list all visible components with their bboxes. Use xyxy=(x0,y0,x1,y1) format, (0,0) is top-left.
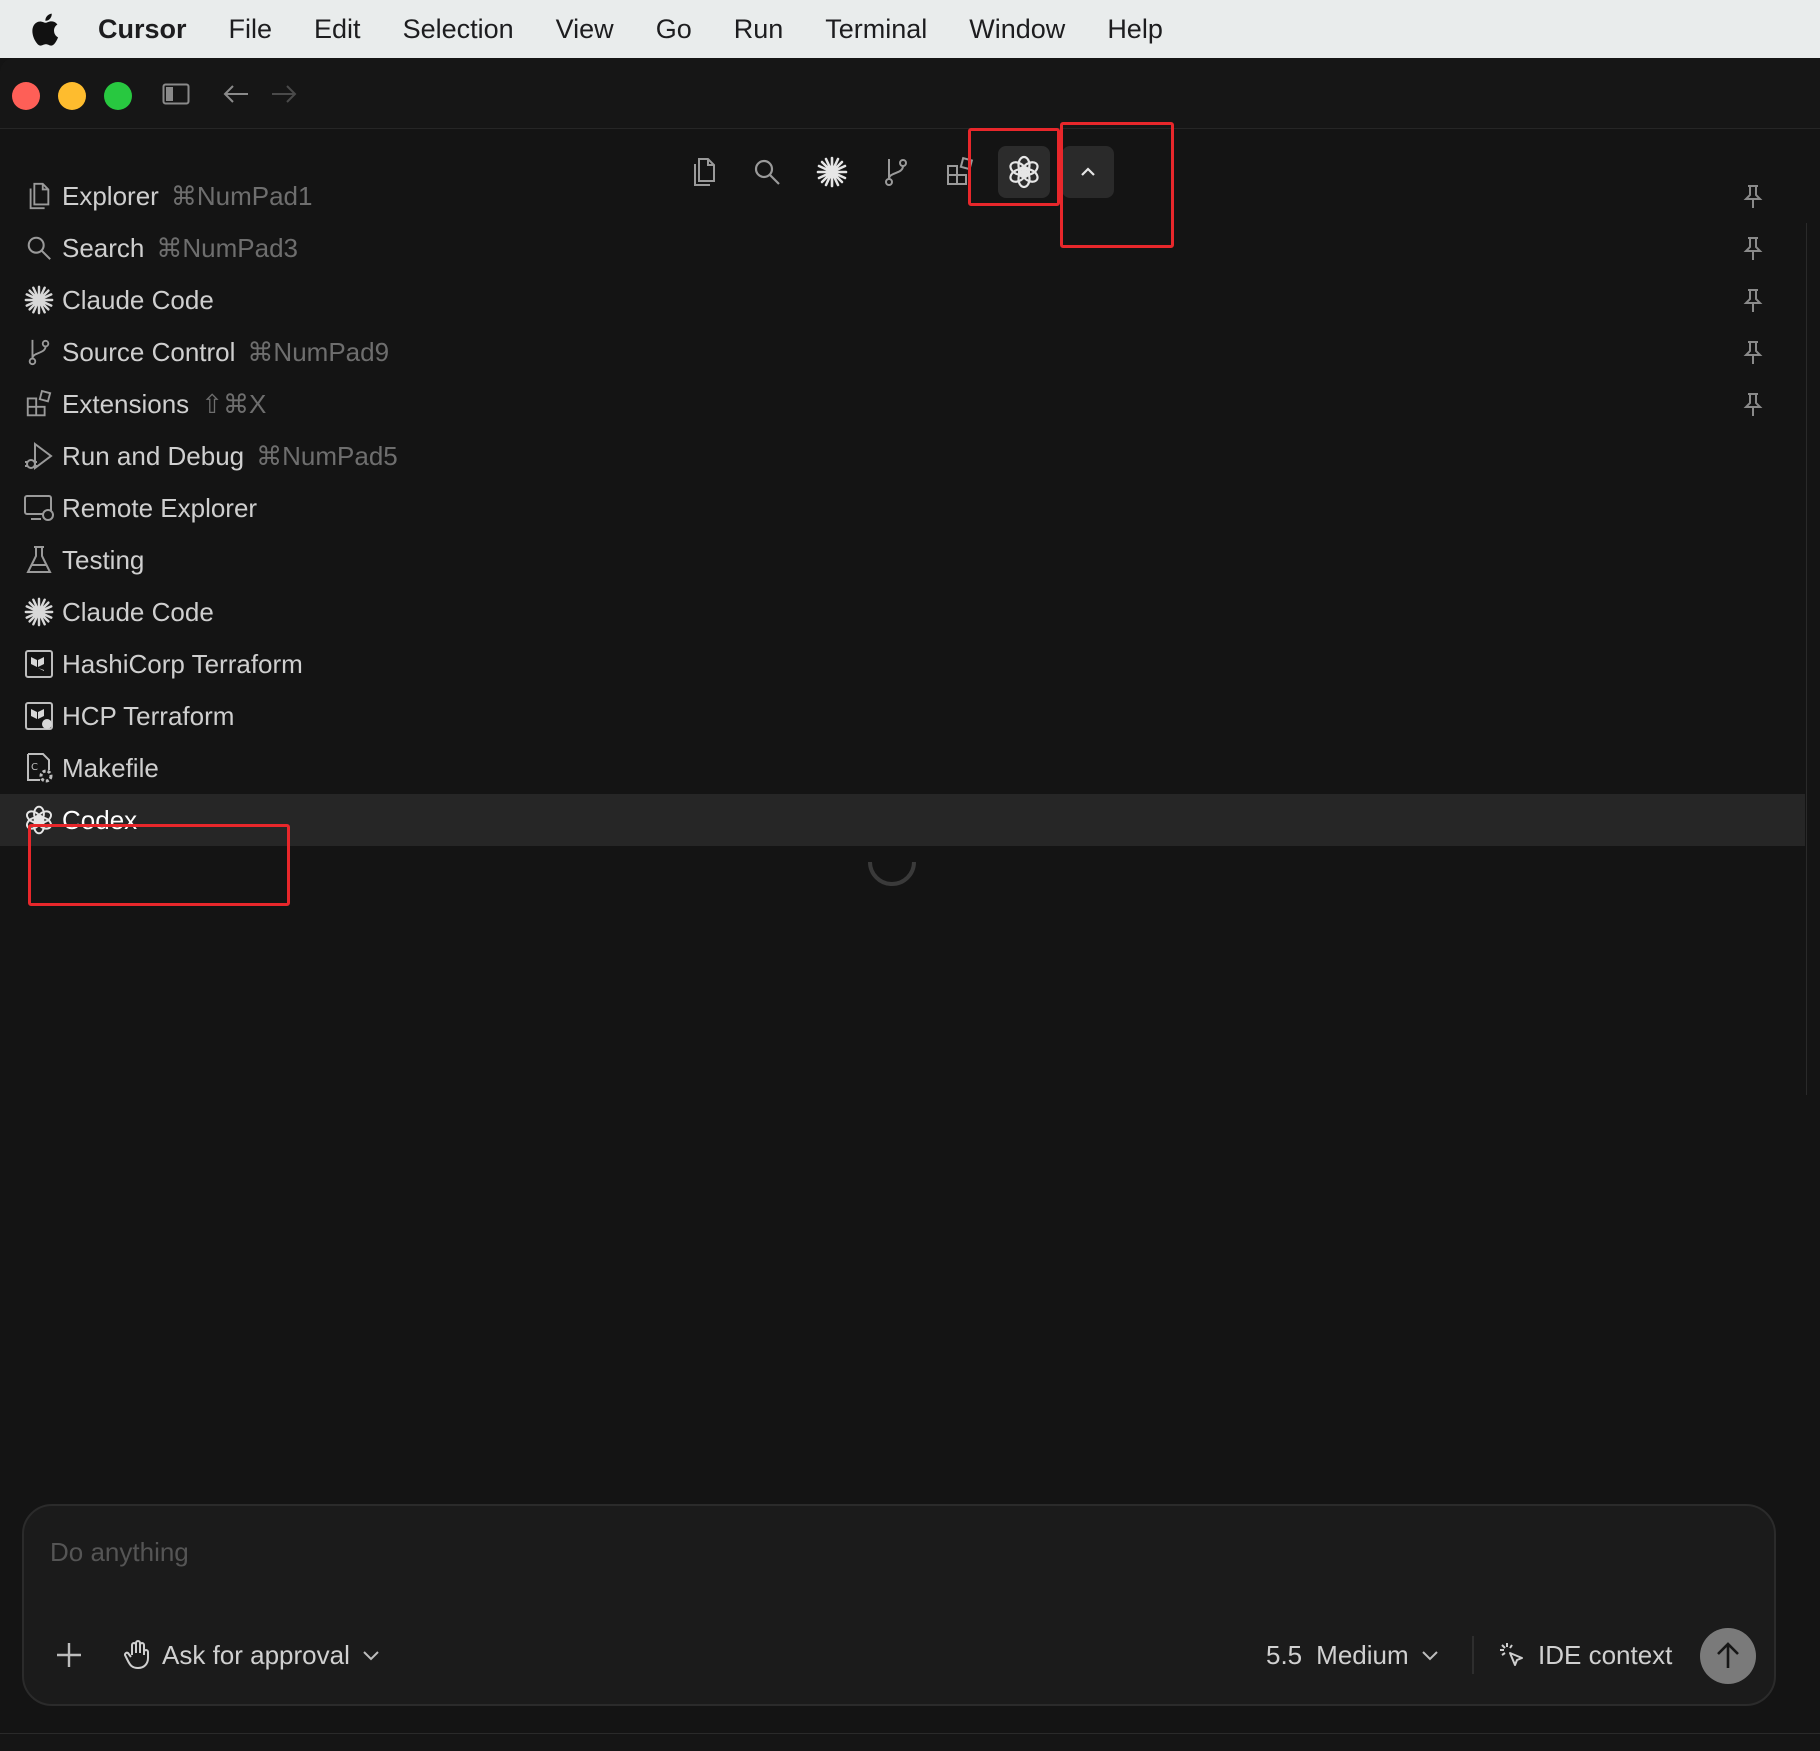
source-control-icon xyxy=(22,335,56,369)
beaker-icon xyxy=(22,543,56,577)
pin-icon[interactable] xyxy=(1738,286,1768,316)
toggle-sidebar-icon[interactable] xyxy=(158,76,194,112)
approval-label: Ask for approval xyxy=(162,1639,350,1670)
arrow-up-icon xyxy=(1717,1642,1739,1668)
pin-icon[interactable] xyxy=(1738,390,1768,420)
menu-run[interactable]: Run xyxy=(734,14,784,45)
list-item-codex[interactable]: Codex xyxy=(0,794,1805,846)
shortcut-label: ⌘NumPad3 xyxy=(156,233,299,263)
macos-menu-bar: Cursor File Edit Selection View Go Run T… xyxy=(0,0,1820,58)
menu-view[interactable]: View xyxy=(556,14,614,45)
svg-text:C: C xyxy=(31,762,38,773)
list-item-testing[interactable]: Testing xyxy=(0,534,1805,586)
prompt-input[interactable] xyxy=(48,1526,1732,1578)
menu-app-name[interactable]: Cursor xyxy=(98,14,187,45)
menu-edit[interactable]: Edit xyxy=(314,14,361,45)
list-item-remote-explorer[interactable]: Remote Explorer xyxy=(0,482,1805,534)
add-attachment-icon[interactable] xyxy=(50,1636,88,1674)
forward-arrow-icon[interactable] xyxy=(266,76,302,112)
model-effort: Medium xyxy=(1316,1639,1409,1670)
send-button[interactable] xyxy=(1700,1628,1756,1684)
status-bar xyxy=(0,1733,1820,1751)
shortcut-label: ⌘NumPad1 xyxy=(170,181,313,211)
list-item-claude-code-2[interactable]: Claude Code xyxy=(0,586,1805,638)
list-item-extensions[interactable]: Extensions ⇧⌘X xyxy=(0,378,1805,430)
shortcut-label: ⌘NumPad9 xyxy=(247,337,390,367)
list-item-label: HashiCorp Terraform xyxy=(62,649,303,679)
list-item-label: HCP Terraform xyxy=(62,701,235,731)
composer-divider xyxy=(1472,1636,1474,1674)
list-item-claude-code[interactable]: Claude Code xyxy=(0,274,1805,326)
list-item-label: Explorer xyxy=(62,181,159,211)
run-debug-icon xyxy=(22,439,56,473)
list-item-source-control[interactable]: Source Control ⌘NumPad9 xyxy=(0,326,1805,378)
openai-icon xyxy=(22,803,56,837)
ide-context-label: IDE context xyxy=(1538,1639,1673,1670)
title-bar xyxy=(0,58,1820,129)
makefile-icon: C xyxy=(22,751,56,785)
pin-icon[interactable] xyxy=(1738,234,1768,264)
list-item-label: Makefile xyxy=(62,753,159,783)
hcp-terraform-icon xyxy=(22,699,56,733)
menu-selection[interactable]: Selection xyxy=(403,14,514,45)
list-item-hashicorp-terraform[interactable]: HashiCorp Terraform xyxy=(0,638,1805,690)
shortcut-label: ⌘NumPad5 xyxy=(256,441,398,471)
pin-icon[interactable] xyxy=(1738,338,1768,368)
hand-icon xyxy=(124,1640,150,1670)
views-list: Explorer ⌘NumPad1 Search ⌘NumPad3 Claude C… xyxy=(0,170,1805,846)
list-item-label: Claude Code xyxy=(62,597,214,627)
claude-spark-icon xyxy=(22,283,56,317)
window-close-button[interactable] xyxy=(12,82,40,110)
claude-spark-icon xyxy=(22,595,56,629)
menu-file[interactable]: File xyxy=(229,14,273,45)
shortcut-label: ⇧⌘X xyxy=(201,389,267,419)
terraform-icon xyxy=(22,647,56,681)
list-item-label: Extensions xyxy=(62,389,190,419)
list-item-label: Testing xyxy=(62,545,145,575)
files-icon xyxy=(22,179,56,213)
list-item-hcp-terraform[interactable]: HCP Terraform xyxy=(0,690,1805,742)
menu-terminal[interactable]: Terminal xyxy=(825,14,927,45)
model-version: 5.5 xyxy=(1266,1639,1303,1670)
back-arrow-icon[interactable] xyxy=(218,76,254,112)
window-maximize-button[interactable] xyxy=(104,82,132,110)
list-item-label: Remote Explorer xyxy=(62,493,258,523)
list-item-search[interactable]: Search ⌘NumPad3 xyxy=(0,222,1805,274)
cursor-sparkle-icon xyxy=(1498,1641,1526,1669)
list-item-explorer[interactable]: Explorer ⌘NumPad1 xyxy=(0,170,1805,222)
cursor-window: Explorer ⌘NumPad1 Search ⌘NumPad3 Claude C… xyxy=(0,58,1820,1751)
approval-mode-dropdown[interactable]: Ask for approval xyxy=(124,1632,380,1678)
menu-go[interactable]: Go xyxy=(656,14,692,45)
list-item-makefile[interactable]: C Makefile xyxy=(0,742,1805,794)
list-item-label: Codex xyxy=(62,805,138,835)
remote-explorer-icon xyxy=(22,491,56,525)
menu-help[interactable]: Help xyxy=(1107,14,1163,45)
chevron-down-icon xyxy=(1421,1649,1439,1661)
list-item-run-and-debug[interactable]: Run and Debug ⌘NumPad5 xyxy=(0,430,1805,482)
window-minimize-button[interactable] xyxy=(58,82,86,110)
scrollbar-track[interactable] xyxy=(1806,223,1820,1095)
extensions-icon xyxy=(22,387,56,421)
chevron-down-icon xyxy=(362,1649,380,1661)
loading-spinner-icon xyxy=(864,862,920,890)
list-item-label: Run and Debug xyxy=(62,441,245,471)
ide-context-toggle[interactable]: IDE context xyxy=(1498,1632,1672,1678)
menu-window[interactable]: Window xyxy=(969,14,1065,45)
model-selector-dropdown[interactable]: 5.5 Medium xyxy=(1266,1632,1439,1678)
search-icon xyxy=(22,231,56,265)
list-item-label: Claude Code xyxy=(62,285,214,315)
chat-composer: Ask for approval 5.5 Medium IDE context xyxy=(22,1504,1776,1706)
list-item-label: Search xyxy=(62,233,145,263)
apple-menu-icon[interactable] xyxy=(30,12,60,46)
list-item-label: Source Control xyxy=(62,337,236,367)
pin-icon[interactable] xyxy=(1738,182,1768,212)
